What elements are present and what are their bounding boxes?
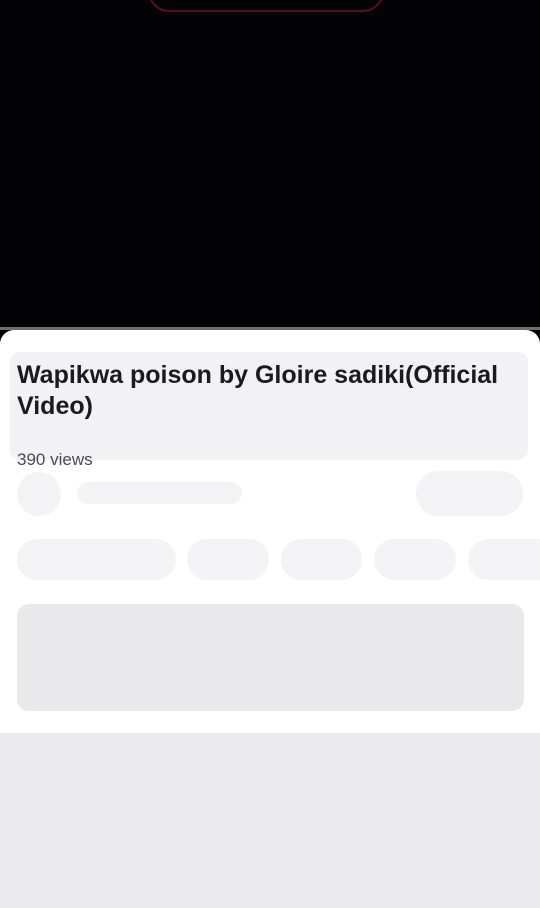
description-placeholder <box>17 604 524 711</box>
action-chip-placeholder-download <box>374 539 456 580</box>
action-chip-placeholder-more <box>468 539 540 580</box>
subscribe-button-placeholder <box>416 471 523 516</box>
comments-loading-area <box>0 733 540 908</box>
video-details-sheet: Wapikwa poison by Gloire sadiki(Official… <box>0 330 540 908</box>
action-chip-placeholder-remix <box>281 539 362 580</box>
channel-name-placeholder <box>77 482 242 504</box>
action-chip-placeholder-share <box>187 539 269 580</box>
video-player[interactable] <box>0 0 540 330</box>
action-chip-placeholder-like <box>17 539 176 580</box>
video-title: Wapikwa poison by Gloire sadiki(Official… <box>17 361 499 420</box>
view-count: 390 views <box>17 450 93 469</box>
dynamic-island-outline <box>148 0 384 12</box>
channel-avatar-placeholder <box>17 472 61 516</box>
video-title-card[interactable]: Wapikwa poison by Gloire sadiki(Official… <box>10 352 528 469</box>
screen: Wapikwa poison by Gloire sadiki(Official… <box>0 0 540 908</box>
